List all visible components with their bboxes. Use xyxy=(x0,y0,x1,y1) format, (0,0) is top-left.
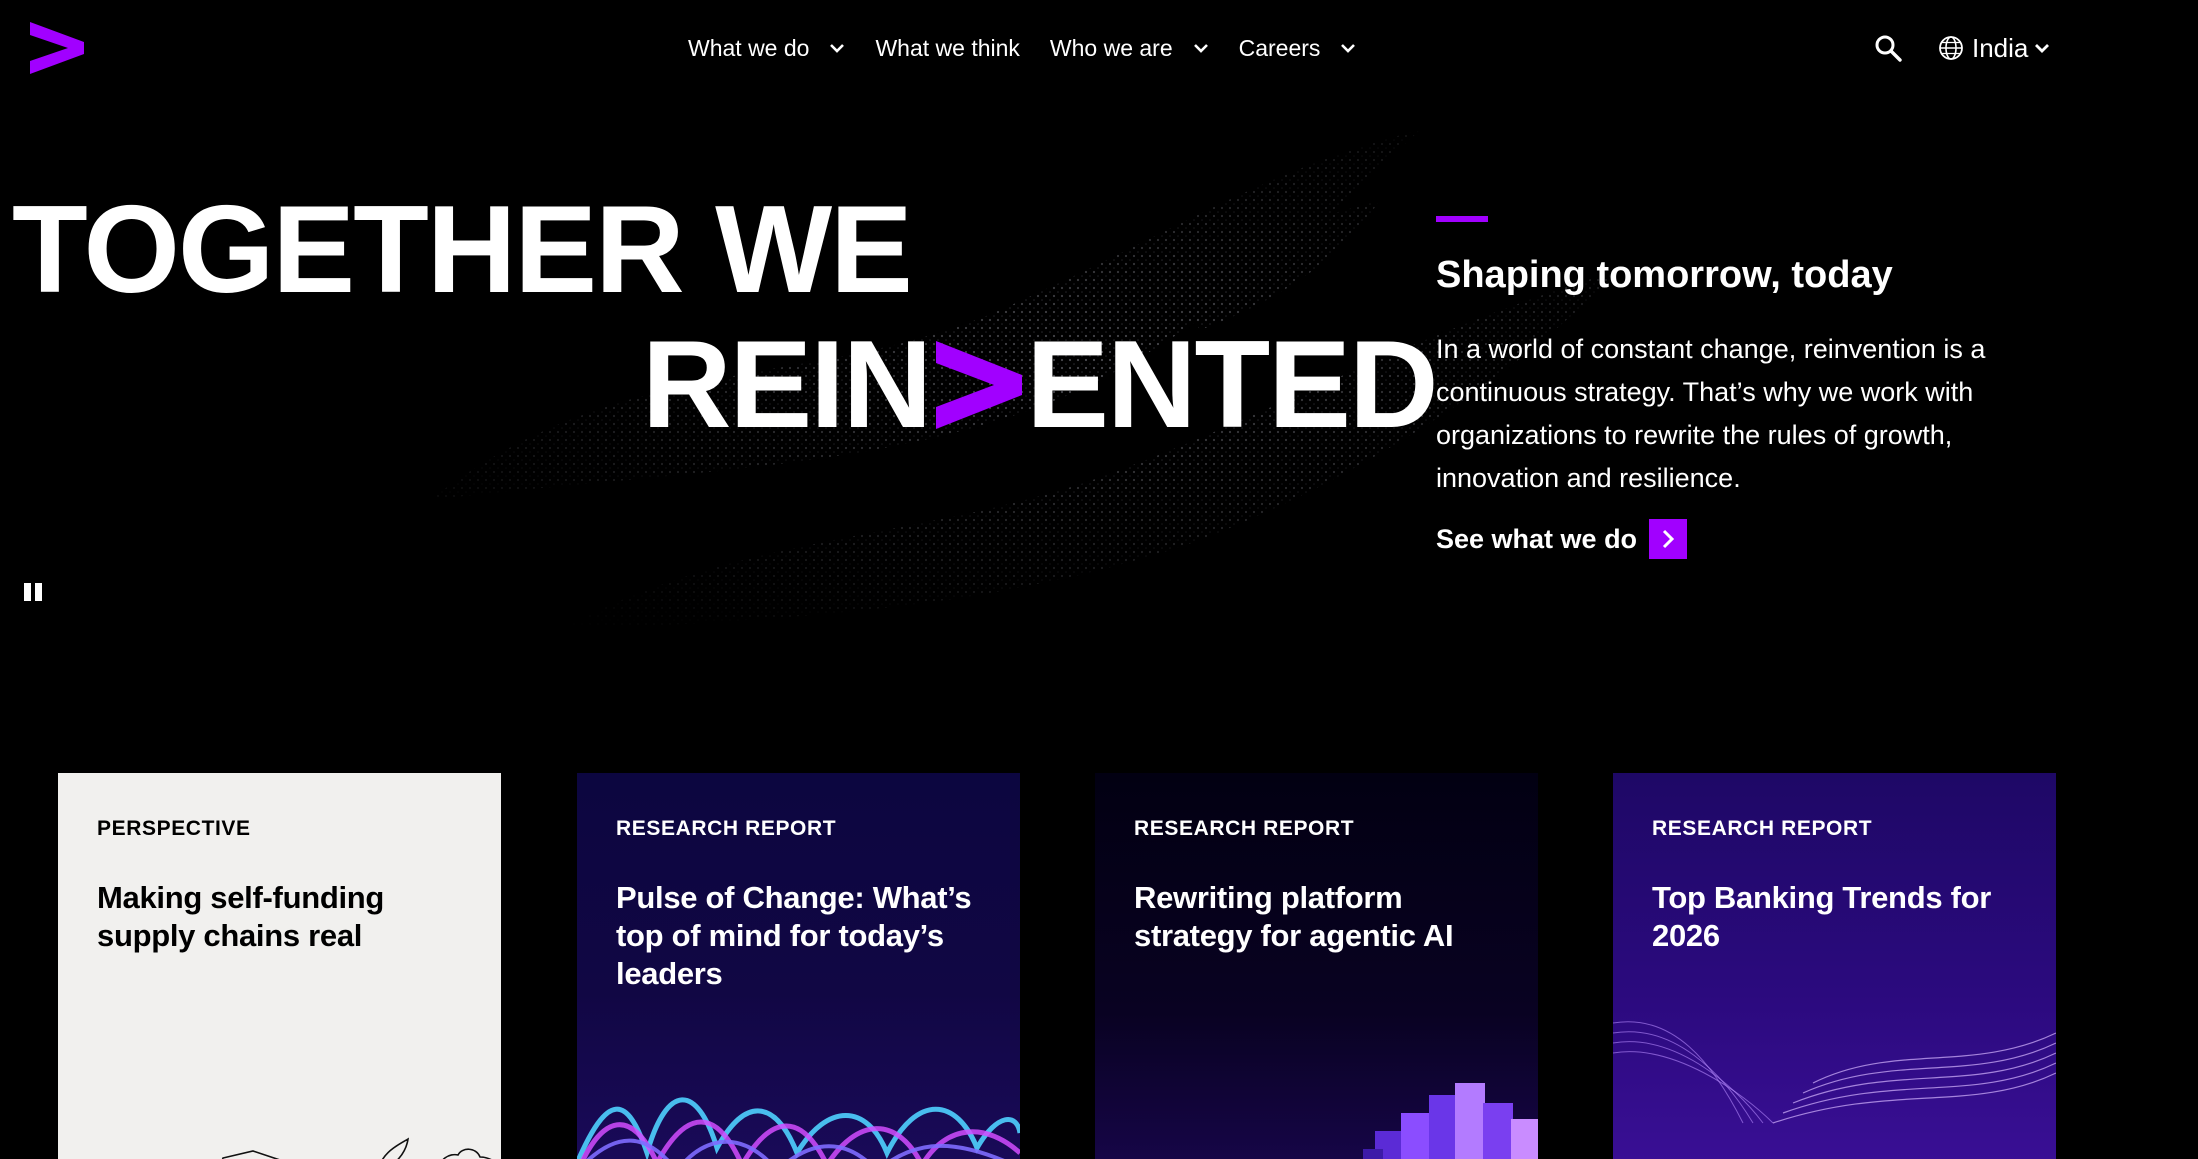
hero-headline-line2: REIN ENTED xyxy=(642,316,1439,454)
nav-careers[interactable]: Careers xyxy=(1239,35,1357,62)
hero-headline-end: ENTED xyxy=(1026,316,1438,454)
text-ribbon-wave-image xyxy=(1613,1021,2056,1124)
accenture-greater-than-icon xyxy=(936,341,1023,429)
card-platform-strategy-agentic-ai[interactable]: RESEARCH REPORT Rewriting platform strat… xyxy=(1095,773,1538,1159)
nav-what-we-think[interactable]: What we think xyxy=(875,35,1019,62)
card-pulse-of-change[interactable]: RESEARCH REPORT Pulse of Change: What’s … xyxy=(577,773,1020,1159)
nav-label: Careers xyxy=(1238,34,1321,61)
chevron-down-icon xyxy=(1341,44,1356,53)
card-category: RESEARCH REPORT xyxy=(1652,817,1873,840)
cta-arrow-button[interactable] xyxy=(1649,519,1688,559)
supply-chain-line-art-image xyxy=(221,1137,492,1159)
card-title: Making self-funding supply chains real xyxy=(97,880,385,953)
locale-selector[interactable]: India xyxy=(1938,30,2050,66)
globe-icon xyxy=(1939,36,1963,60)
nav-label: Who we are xyxy=(1049,34,1173,61)
hero-description: In a world of constant change, reinventi… xyxy=(1436,334,1986,493)
card-title: Rewriting platform strategy for agentic … xyxy=(1134,880,1454,953)
card-top-banking-trends[interactable]: RESEARCH REPORT Top Banking Trends for 2… xyxy=(1613,773,2056,1159)
main-nav: What we do What we think Who we are Care… xyxy=(688,30,1386,66)
hero-headline-start: REIN xyxy=(642,316,932,454)
card-category: RESEARCH REPORT xyxy=(1134,817,1355,840)
purple-cubes-image xyxy=(1363,1083,1538,1159)
accent-divider xyxy=(1436,216,1488,222)
pause-bar xyxy=(24,583,31,601)
cta-label: See what we do xyxy=(1436,523,1638,554)
pause-bar xyxy=(35,583,42,601)
search-icon[interactable] xyxy=(1874,34,1902,62)
chevron-down-icon xyxy=(1193,44,1208,53)
accenture-logo-icon[interactable] xyxy=(30,22,84,74)
locale-label: India xyxy=(1972,32,2029,63)
card-category: PERSPECTIVE xyxy=(97,817,251,840)
page: What we do What we think Who we are Care… xyxy=(0,0,2198,1159)
see-what-we-do-link[interactable]: See what we do xyxy=(1436,519,1688,559)
nav-label: What we think xyxy=(875,34,1020,61)
hero-subtitle: Shaping tomorrow, today xyxy=(1436,254,1893,296)
nav-who-we-are[interactable]: Who we are xyxy=(1050,35,1209,62)
chevron-right-icon xyxy=(1663,529,1675,549)
chevron-down-icon xyxy=(830,44,845,53)
nav-what-we-do[interactable]: What we do xyxy=(688,35,845,62)
card-title: Pulse of Change: What’s top of mind for … xyxy=(616,880,972,991)
nav-label: What we do xyxy=(688,34,810,61)
neon-waves-image xyxy=(577,1097,1020,1159)
chevron-down-icon xyxy=(2035,44,2050,53)
card-self-funding-supply-chains[interactable]: PERSPECTIVE Making self-funding supply c… xyxy=(58,773,501,1159)
card-title: Top Banking Trends for 2026 xyxy=(1652,880,1992,953)
card-category: RESEARCH REPORT xyxy=(616,817,837,840)
hero-headline-line1: TOGETHER WE xyxy=(12,181,913,319)
pause-icon[interactable] xyxy=(24,583,42,601)
